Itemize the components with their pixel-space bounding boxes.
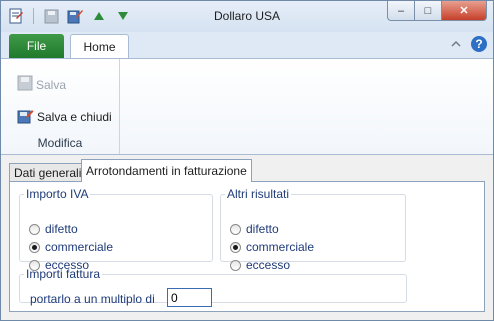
radio-selected-dot [32, 244, 37, 250]
window-controls: – □ ✕ [387, 1, 487, 21]
content-area: Dati generali Arrotondamenti in fatturaz… [1, 155, 493, 320]
multiplo-input[interactable] [167, 288, 212, 307]
save-close-icon [17, 107, 34, 127]
ribbon-group-modifica: Salva Salva e chiudi Modifica [1, 59, 120, 154]
tab-file[interactable]: File [9, 34, 64, 58]
radio-circle [29, 223, 40, 235]
radio-iva-difetto[interactable]: difetto [29, 222, 78, 236]
group-importo-iva: Importo IVA difetto commerciale eccesso [19, 187, 213, 272]
group-legend: Importi fattura [26, 267, 101, 281]
radio-iva-commerciale[interactable]: commerciale [29, 240, 113, 254]
radio-label: commerciale [45, 240, 114, 254]
window: Dollaro USA – □ ✕ File Home ? Salva Salv… [0, 0, 494, 321]
tab-home[interactable]: Home [70, 34, 129, 59]
group-altri-risultati: Altri risultati difetto commerciale ecce… [220, 187, 406, 272]
group-legend: Altri risultati [227, 187, 290, 201]
ribbon-right-icons: ? [451, 36, 487, 52]
radio-altri-difetto[interactable]: difetto [230, 222, 279, 236]
radio-altri-commerciale[interactable]: commerciale [230, 240, 314, 254]
group-legend: Importo IVA [26, 187, 89, 201]
radio-label: difetto [45, 222, 78, 236]
save-close-label: Salva e chiudi [37, 110, 112, 124]
title-bar: Dollaro USA – □ ✕ [1, 1, 493, 32]
close-button[interactable]: ✕ [442, 1, 487, 21]
radio-label: commerciale [246, 240, 315, 254]
help-icon[interactable]: ? [471, 36, 487, 52]
radio-circle [230, 241, 241, 253]
radio-selected-dot [233, 244, 238, 250]
radio-label: difetto [246, 222, 279, 236]
save-label: Salva [36, 77, 67, 92]
group-importi-fattura: Importi fattura portarlo a un multiplo d… [19, 267, 407, 307]
tab-arrotondamenti[interactable]: Arrotondamenti in fatturazione [81, 159, 252, 182]
radio-circle [29, 241, 40, 253]
multiplo-label: portarlo a un multiplo di [30, 292, 155, 306]
save-button[interactable]: Salva [17, 75, 66, 94]
maximize-button[interactable]: □ [415, 1, 442, 21]
ribbon-body: Salva Salva e chiudi Modifica [1, 58, 493, 155]
save-close-button[interactable]: Salva e chiudi [17, 107, 112, 127]
group-label: Modifica [37, 136, 83, 150]
tab-panel: Importo IVA difetto commerciale eccesso … [9, 181, 485, 312]
tab-dati-generali[interactable]: Dati generali [9, 163, 87, 181]
minimize-button[interactable]: – [387, 1, 415, 21]
collapse-ribbon-icon[interactable] [451, 37, 461, 51]
ribbon-tab-row: File Home ? [1, 32, 493, 59]
save-disabled-icon [17, 75, 33, 94]
radio-circle [230, 223, 241, 235]
